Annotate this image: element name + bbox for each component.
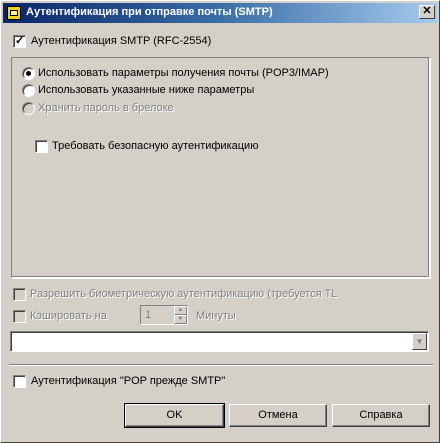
smtp-auth-label[interactable]: Аутентификация SMTP (RFC-2554) [31, 35, 211, 47]
pop-before-smtp-checkbox[interactable] [13, 375, 26, 388]
pop-before-smtp-label[interactable]: Аутентификация "POP прежде SMTP" [31, 375, 225, 387]
spinner-buttons: ▲ ▼ [174, 306, 187, 324]
chevron-down-icon[interactable]: ▼ [412, 333, 427, 350]
radio-use-receive-params-label[interactable]: Использовать параметры получения почты (… [38, 67, 329, 79]
radio-store-password-keychain-label: Хранить пароль в брелоке [38, 102, 174, 114]
help-button[interactable]: Справка [332, 404, 430, 427]
auth-account-combo[interactable]: ▼ [10, 331, 429, 352]
biometric-auth-label: Разрешить биометрическую аутентификацию … [30, 288, 338, 300]
radio-use-below-params[interactable] [22, 84, 35, 97]
spin-down-icon: ▼ [174, 315, 187, 324]
spin-up-icon: ▲ [174, 306, 187, 315]
separator [9, 364, 433, 366]
cancel-button[interactable]: Отмена [229, 404, 327, 427]
radio-store-password-keychain [22, 102, 35, 115]
smtp-auth-checkbox[interactable] [13, 34, 26, 48]
cache-minutes-spinner: 1 ▲ ▼ [140, 305, 188, 325]
cache-unit-label: Минуты [196, 310, 236, 322]
biometric-auth-checkbox [13, 288, 26, 301]
radio-use-receive-params[interactable] [22, 67, 35, 80]
close-button[interactable]: ✕ [419, 5, 435, 19]
cache-checkbox [13, 310, 26, 323]
cache-minutes-value: 1 [145, 309, 152, 321]
mail-app-icon [7, 6, 21, 20]
radio-use-below-params-label[interactable]: Использовать указанные ниже параметры [38, 84, 254, 96]
require-secure-auth-checkbox[interactable] [35, 140, 48, 153]
dialog-window: Аутентификация при отправке почты (SMTP)… [0, 0, 440, 443]
title-bar[interactable]: Аутентификация при отправке почты (SMTP)… [3, 3, 437, 23]
require-secure-auth-label[interactable]: Требовать безопасную аутентификацию [52, 140, 258, 152]
cache-label: Кэшировать на [30, 310, 107, 322]
window-title: Аутентификация при отправке почты (SMTP) [26, 6, 273, 18]
ok-button[interactable]: OK [124, 403, 225, 428]
